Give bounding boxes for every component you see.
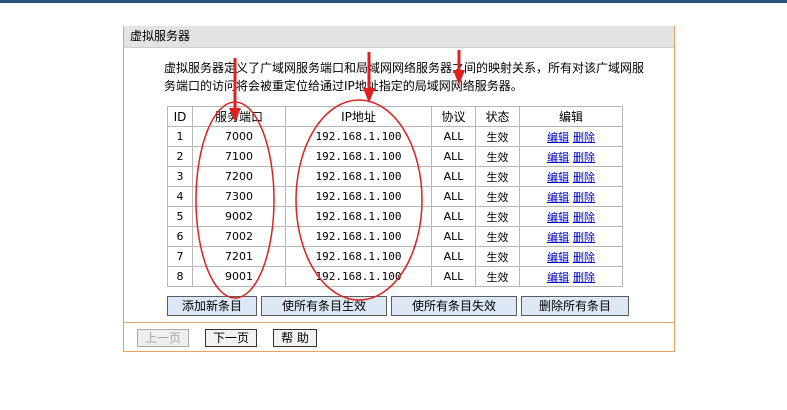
cell-port: 7002 [192, 226, 286, 247]
cell-id: 1 [167, 126, 193, 147]
prev-page-button[interactable]: 上一页 [137, 329, 189, 347]
delete-link[interactable]: 删除 [573, 171, 595, 184]
cell-ip: 192.168.1.100 [285, 186, 432, 207]
cell-edit: 编辑 删除 [519, 186, 623, 207]
edit-link[interactable]: 编辑 [547, 171, 569, 184]
panel-description: 虚拟服务器定义了广域网服务端口和局域网网络服务器之间的映射关系，所有对该广域网服… [164, 61, 645, 93]
table-row: 7 7201 192.168.1.100 ALL 生效 编辑 删除 [167, 246, 623, 267]
header-edit: 编辑 [519, 106, 623, 127]
delete-link[interactable]: 删除 [573, 131, 595, 144]
top-accent-strip [0, 0, 787, 3]
cell-ip: 192.168.1.100 [285, 206, 432, 227]
delete-all-button[interactable]: 删除所有条目 [521, 296, 629, 316]
table-row: 4 7300 192.168.1.100 ALL 生效 编辑 删除 [167, 186, 623, 207]
table-row: 3 7200 192.168.1.100 ALL 生效 编辑 删除 [167, 166, 623, 187]
disable-all-button[interactable]: 使所有条目失效 [391, 296, 517, 316]
cell-id: 3 [167, 166, 193, 187]
edit-link[interactable]: 编辑 [547, 191, 569, 204]
cell-id: 4 [167, 186, 193, 207]
cell-ip: 192.168.1.100 [285, 226, 432, 247]
cell-ip: 192.168.1.100 [285, 266, 432, 287]
edit-link[interactable]: 编辑 [547, 211, 569, 224]
action-button-row: 添加新条目 使所有条目生效 使所有条目失效 删除所有条目 [167, 296, 629, 316]
cell-status: 生效 [475, 166, 520, 187]
cell-id: 6 [167, 226, 193, 247]
cell-edit: 编辑 删除 [519, 166, 623, 187]
add-entry-button[interactable]: 添加新条目 [167, 296, 257, 316]
edit-link[interactable]: 编辑 [547, 231, 569, 244]
cell-protocol: ALL [431, 226, 476, 247]
cell-status: 生效 [475, 206, 520, 227]
cell-protocol: ALL [431, 166, 476, 187]
cell-protocol: ALL [431, 266, 476, 287]
table-row: 2 7100 192.168.1.100 ALL 生效 编辑 删除 [167, 146, 623, 167]
header-port: 服务端口 [192, 106, 286, 127]
cell-id: 8 [167, 266, 193, 287]
cell-port: 7200 [192, 166, 286, 187]
cell-port: 9001 [192, 266, 286, 287]
cell-port: 7201 [192, 246, 286, 267]
virtual-server-panel: 虚拟服务器 虚拟服务器定义了广域网服务端口和局域网网络服务器之间的映射关系，所有… [123, 26, 675, 352]
edit-link[interactable]: 编辑 [547, 271, 569, 284]
cell-ip: 192.168.1.100 [285, 246, 432, 267]
cell-ip: 192.168.1.100 [285, 126, 432, 147]
edit-link[interactable]: 编辑 [547, 151, 569, 164]
delete-link[interactable]: 删除 [573, 211, 595, 224]
delete-link[interactable]: 删除 [573, 251, 595, 264]
delete-link[interactable]: 删除 [573, 271, 595, 284]
cell-protocol: ALL [431, 206, 476, 227]
cell-id: 2 [167, 146, 193, 167]
delete-link[interactable]: 删除 [573, 231, 595, 244]
help-button[interactable]: 帮 助 [273, 329, 317, 347]
cell-protocol: ALL [431, 126, 476, 147]
cell-edit: 编辑 删除 [519, 126, 623, 147]
cell-edit: 编辑 删除 [519, 206, 623, 227]
cell-edit: 编辑 删除 [519, 146, 623, 167]
cell-ip: 192.168.1.100 [285, 146, 432, 167]
delete-link[interactable]: 删除 [573, 191, 595, 204]
header-status: 状态 [475, 106, 520, 127]
cell-edit: 编辑 删除 [519, 246, 623, 267]
cell-protocol: ALL [431, 186, 476, 207]
cell-protocol: ALL [431, 246, 476, 267]
footer-bar: 上一页 下一页 帮 助 [124, 322, 674, 351]
cell-port: 7100 [192, 146, 286, 167]
cell-port: 7000 [192, 126, 286, 147]
cell-edit: 编辑 删除 [519, 266, 623, 287]
enable-all-button[interactable]: 使所有条目生效 [261, 296, 387, 316]
edit-link[interactable]: 编辑 [547, 251, 569, 264]
cell-port: 9002 [192, 206, 286, 227]
delete-link[interactable]: 删除 [573, 151, 595, 164]
cell-status: 生效 [475, 246, 520, 267]
cell-id: 7 [167, 246, 193, 267]
panel-title: 虚拟服务器 [124, 26, 674, 48]
virtual-server-table: ID 服务端口 IP地址 协议 状态 编辑 1 7000 192.168.1.1… [167, 106, 623, 287]
cell-ip: 192.168.1.100 [285, 166, 432, 187]
cell-status: 生效 [475, 226, 520, 247]
table-row: 8 9001 192.168.1.100 ALL 生效 编辑 删除 [167, 266, 623, 287]
table-row: 5 9002 192.168.1.100 ALL 生效 编辑 删除 [167, 206, 623, 227]
header-id: ID [167, 106, 193, 127]
table-header-row: ID 服务端口 IP地址 协议 状态 编辑 [167, 106, 623, 127]
cell-port: 7300 [192, 186, 286, 207]
next-page-button[interactable]: 下一页 [205, 329, 257, 347]
cell-status: 生效 [475, 186, 520, 207]
edit-link[interactable]: 编辑 [547, 131, 569, 144]
header-protocol: 协议 [431, 106, 476, 127]
cell-status: 生效 [475, 126, 520, 147]
table-row: 1 7000 192.168.1.100 ALL 生效 编辑 删除 [167, 126, 623, 147]
cell-status: 生效 [475, 266, 520, 287]
table-row: 6 7002 192.168.1.100 ALL 生效 编辑 删除 [167, 226, 623, 247]
footer-buttons: 上一页 下一页 帮 助 [137, 329, 317, 347]
cell-status: 生效 [475, 146, 520, 167]
cell-id: 5 [167, 206, 193, 227]
cell-protocol: ALL [431, 146, 476, 167]
header-ip: IP地址 [285, 106, 432, 127]
cell-edit: 编辑 删除 [519, 226, 623, 247]
